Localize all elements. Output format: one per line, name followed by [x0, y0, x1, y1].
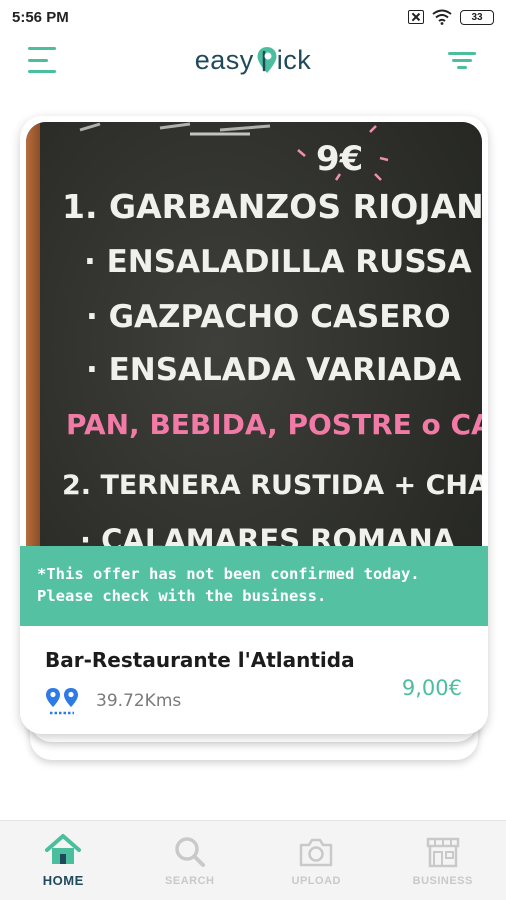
store-icon	[426, 837, 459, 867]
nav-home[interactable]: HOME	[8, 821, 118, 900]
menu-line-4: · ENSALADA VARIADA	[86, 352, 461, 388]
distance-pins-icon	[46, 688, 78, 715]
brand-logo: easy ick	[195, 45, 312, 76]
menu-line-5: PAN, BEBIDA, POSTRE o CAFÉ...	[66, 407, 482, 441]
offer-price: 9,00€	[401, 676, 462, 700]
camera-icon	[300, 838, 333, 866]
search-icon	[175, 836, 205, 867]
status-icons: 33	[408, 9, 494, 25]
status-time: 5:56 PM	[12, 8, 69, 26]
brand-suffix: ick	[276, 44, 312, 75]
menu-line-1: 1. GARBANZOS RIOJANA	[62, 187, 482, 226]
brand-prefix: easy	[194, 44, 254, 75]
offer-card-stack: 9€ 1. GARBANZOS RIOJANA · ENSALADILLA RU…	[20, 116, 488, 766]
battery-icon: 33	[460, 9, 494, 25]
distance-row: 39.72Kms	[44, 686, 181, 716]
status-bar: 5:56 PM 33	[0, 0, 506, 34]
nav-upload-label: UPLOAD	[291, 874, 341, 887]
business-name: Bar-Restaurante l'Atlantida	[45, 648, 355, 672]
menu-price-text: 9€	[316, 139, 363, 179]
nav-business[interactable]: BUSINESS	[388, 821, 498, 900]
filter-icon[interactable]	[446, 49, 478, 71]
app-screen: 5:56 PM 33 easy ick 9€ 1. GARBANZOS RIOJ…	[0, 0, 506, 900]
menu-line-2: · ENSALADILLA RUSSA	[84, 244, 472, 280]
menu-line-6: 2. TERNERA RUSTIDA + CHAMPIS	[62, 470, 482, 501]
notification-off-icon	[408, 10, 424, 24]
wifi-icon	[432, 9, 452, 25]
menu-line-3: · GAZPACHO CASERO	[86, 299, 451, 335]
offer-card[interactable]: 9€ 1. GARBANZOS RIOJANA · ENSALADILLA RU…	[20, 116, 488, 734]
home-icon	[45, 834, 82, 864]
nav-business-label: BUSINESS	[412, 874, 473, 887]
offer-info: Bar-Restaurante l'Atlantida 39.72Kms 9,0…	[20, 626, 488, 734]
map-pin-logo-icon	[257, 47, 277, 73]
nav-search[interactable]: SEARCH	[135, 821, 245, 900]
top-app-bar: easy ick	[0, 34, 506, 86]
nav-upload[interactable]: UPLOAD	[261, 821, 371, 900]
distance-text: 39.72Kms	[96, 691, 182, 711]
nav-home-label: HOME	[42, 873, 84, 888]
menu-icon[interactable]	[28, 47, 60, 73]
unconfirmed-offer-notice: *This offer has not been confirmed today…	[20, 546, 488, 626]
nav-search-label: SEARCH	[165, 874, 215, 887]
bottom-navigation: HOME SEARCH UPLOAD BUSINESS	[0, 820, 506, 900]
